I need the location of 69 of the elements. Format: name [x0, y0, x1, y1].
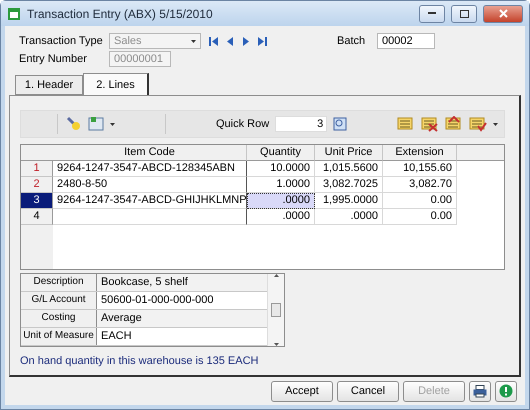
detail-label: G/L Account: [21, 292, 97, 309]
table-cell: 0.00: [383, 193, 457, 209]
row-number[interactable]: 2: [21, 177, 53, 193]
previous-record-icon[interactable]: [225, 36, 235, 46]
table-cell: .0000: [315, 209, 383, 225]
batch-field[interactable]: 00002: [377, 33, 435, 49]
table-cell: .0000: [247, 193, 315, 209]
detail-label: Description: [21, 274, 97, 291]
minimize-button[interactable]: [419, 4, 445, 22]
row-number[interactable]: 4: [21, 209, 53, 225]
dropdown-caret-icon[interactable]: [493, 122, 498, 126]
app-icon: [7, 6, 21, 20]
row-number[interactable]: 3: [21, 193, 53, 209]
tab[interactable]: 2. Lines: [83, 73, 149, 95]
print-button[interactable]: [469, 380, 491, 402]
action-button[interactable]: Accept: [271, 380, 333, 402]
scroll-thumb-icon[interactable]: [271, 303, 281, 317]
detail-value: Bookcase, 5 shelf: [97, 274, 267, 291]
detail-label: Unit of Measure: [21, 328, 97, 345]
table-cell: 9264-1247-3547-ABCD-GHIJHKLMNP: [53, 193, 247, 209]
dropdown-caret-icon[interactable]: [110, 122, 115, 126]
column-header[interactable]: Quantity: [247, 145, 315, 161]
table-cell: 3,082.70: [383, 177, 457, 193]
table-cell: 2480-8-50: [53, 177, 247, 193]
help-button[interactable]: [495, 380, 517, 402]
last-record-icon[interactable]: [257, 36, 267, 46]
column-header[interactable]: Item Code: [53, 145, 247, 161]
row-number[interactable]: 1: [21, 161, 53, 177]
next-record-icon[interactable]: [241, 36, 251, 46]
grid-tool-icon[interactable]: [397, 116, 415, 132]
header-corner: [21, 145, 53, 161]
close-button[interactable]: [483, 4, 523, 22]
table-cell: 10.0000: [247, 161, 315, 177]
tab[interactable]: 1. Header: [15, 75, 83, 95]
table-cell: 3,082.7025: [315, 177, 383, 193]
maximize-icon: [460, 10, 468, 18]
flashlight-icon[interactable]: [66, 116, 82, 132]
table-cell: 0.00: [383, 209, 457, 225]
status-message: On hand quantity in this warehouse is 135 EACH: [20, 355, 260, 369]
grid-tool-icon[interactable]: [445, 116, 463, 132]
table-cell: 1,995.0000: [315, 193, 383, 209]
window-icon[interactable]: [88, 116, 104, 132]
grid-tool-icon[interactable]: [469, 116, 487, 132]
close-icon: [498, 9, 508, 18]
go-icon[interactable]: [333, 117, 348, 131]
help-icon: [499, 384, 513, 398]
scroll-down-icon[interactable]: [274, 343, 278, 346]
table-cell: 1,015.5600: [315, 161, 383, 177]
detail-value: Average: [97, 310, 267, 327]
window-title: Transaction Entry (ABX) 5/15/2010: [27, 6, 214, 20]
field-label: Batch: [336, 35, 366, 47]
column-header[interactable]: Unit Price: [315, 145, 383, 161]
minimize-icon: [428, 12, 436, 15]
quick-row-field[interactable]: 3: [275, 116, 328, 132]
field-label: Entry Number: [18, 53, 88, 65]
field-label: Transaction Type: [18, 35, 104, 47]
table-cell: 9264-1247-3547-ABCD-128345ABN: [53, 161, 247, 177]
column-header[interactable]: Extension: [383, 145, 457, 161]
grid-tool-icon[interactable]: [421, 116, 439, 132]
scroll-up-icon[interactable]: [274, 274, 278, 277]
table-cell: .0000: [247, 209, 315, 225]
first-record-icon[interactable]: [209, 36, 219, 46]
detail-label: Costing: [21, 310, 97, 327]
table-cell: 10,155.60: [383, 161, 457, 177]
printer-icon: [473, 384, 487, 398]
table-cell: 1.0000: [247, 177, 315, 193]
action-button[interactable]: Cancel: [337, 380, 399, 402]
quick-row-label: Quick Row: [216, 118, 270, 130]
maximize-button[interactable]: [451, 4, 477, 22]
